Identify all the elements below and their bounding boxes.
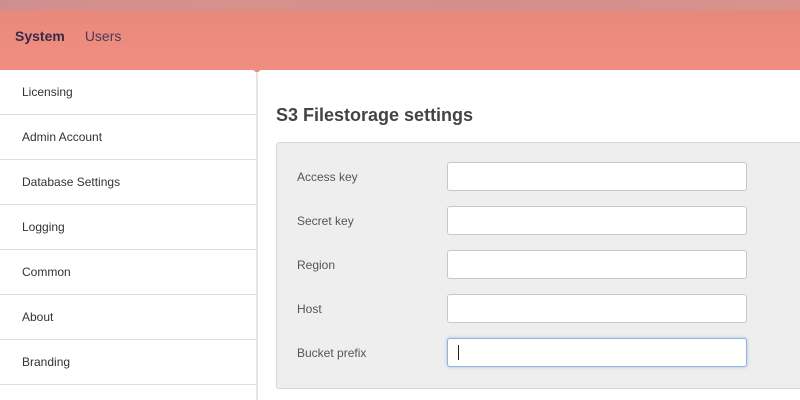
nav-users[interactable]: Users bbox=[85, 28, 122, 44]
sidebar-item-common[interactable]: Common bbox=[0, 250, 256, 295]
nav-system[interactable]: System bbox=[15, 28, 65, 44]
sidebar-item-logging[interactable]: Logging bbox=[0, 205, 256, 250]
bucket-prefix-label: Bucket prefix bbox=[297, 346, 367, 360]
sidebar-item-licensing[interactable]: Licensing bbox=[0, 70, 256, 115]
form-row-host: Host bbox=[277, 294, 800, 324]
form-row-access-key: Access key bbox=[277, 162, 800, 192]
sidebar: Licensing Admin Account Database Setting… bbox=[0, 70, 256, 400]
form-row-secret-key: Secret key bbox=[277, 206, 800, 236]
secret-key-label: Secret key bbox=[297, 214, 354, 228]
region-label: Region bbox=[297, 258, 336, 272]
top-nav: System Users bbox=[15, 28, 121, 44]
host-input[interactable] bbox=[447, 294, 747, 323]
settings-form-panel: Access key Secret key Region Host Bucket… bbox=[276, 142, 800, 389]
form-row-bucket-prefix: Bucket prefix bbox=[277, 338, 800, 368]
sidebar-item-about[interactable]: About bbox=[0, 295, 256, 340]
host-label: Host bbox=[297, 302, 322, 316]
form-row-region: Region bbox=[277, 250, 800, 280]
secret-key-input[interactable] bbox=[447, 206, 747, 235]
access-key-input[interactable] bbox=[447, 162, 747, 191]
sidebar-item-admin-account[interactable]: Admin Account bbox=[0, 115, 256, 160]
sidebar-item-database-settings[interactable]: Database Settings bbox=[0, 160, 256, 205]
main-content: S3 Filestorage settings Access key Secre… bbox=[258, 70, 800, 400]
bucket-prefix-input[interactable] bbox=[447, 338, 747, 367]
text-caret bbox=[458, 345, 459, 360]
page-title: S3 Filestorage settings bbox=[276, 105, 474, 125]
top-bar: System Users bbox=[0, 0, 800, 72]
sidebar-item-branding[interactable]: Branding bbox=[0, 340, 256, 385]
access-key-label: Access key bbox=[297, 170, 358, 184]
region-input[interactable] bbox=[447, 250, 747, 279]
